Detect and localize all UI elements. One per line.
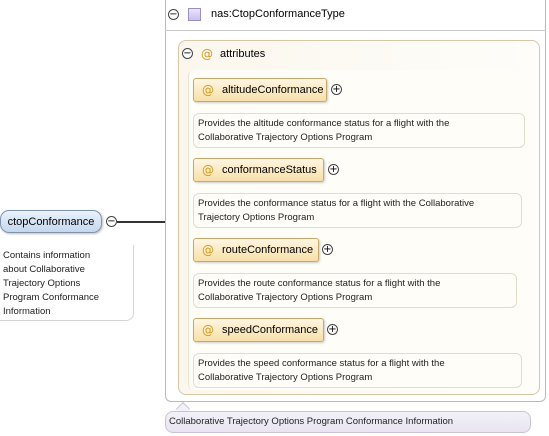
type-name: nas:CtopConformanceType — [211, 8, 345, 20]
complex-type-icon — [188, 8, 201, 21]
attribute-name: routeConformance — [222, 244, 314, 256]
attribute-altitudeConformance[interactable]: @ altitudeConformance — [193, 78, 327, 102]
attributes-collapse-icon[interactable]: − — [182, 48, 193, 59]
attribute-documentation: Provides the speed conformance status fo… — [193, 353, 522, 388]
attribute-speedConformance[interactable]: @ speedConformance — [193, 318, 324, 342]
attribute-documentation: Provides the altitude conformance status… — [193, 113, 525, 148]
attribute-documentation: Provides the route conformance status fo… — [193, 273, 517, 308]
element-collapse-icon[interactable]: − — [106, 216, 117, 227]
attribute-routeConformance[interactable]: @ routeConformance — [193, 238, 319, 262]
attribute-name: conformanceStatus — [222, 164, 317, 176]
connector-line — [117, 221, 165, 223]
element-box-ctopConformance[interactable]: ctopConformance — [0, 210, 102, 233]
element-name: ctopConformance — [7, 215, 95, 228]
attribute-expand-icon[interactable]: + — [328, 164, 339, 175]
type-collapse-icon[interactable]: − — [168, 9, 179, 20]
attribute-icon: @ — [201, 47, 213, 61]
type-divider — [165, 30, 546, 31]
attribute-icon: @ — [202, 83, 214, 97]
type-documentation: Collaborative Trajectory Options Program… — [165, 411, 531, 433]
attribute-expand-icon[interactable]: + — [327, 324, 338, 335]
attribute-expand-icon[interactable]: + — [322, 244, 333, 255]
attributes-label: attributes — [220, 48, 266, 60]
attribute-expand-icon[interactable]: + — [331, 84, 342, 95]
attribute-icon: @ — [202, 243, 214, 257]
attribute-documentation: Provides the conformance status for a fl… — [193, 193, 522, 228]
attribute-icon: @ — [202, 163, 214, 177]
attribute-name: altitudeConformance — [222, 84, 324, 96]
attribute-icon: @ — [202, 323, 214, 337]
element-documentation: Contains information about Collaborative… — [0, 245, 134, 321]
attribute-name: speedConformance — [222, 324, 319, 336]
attribute-conformanceStatus[interactable]: @ conformanceStatus — [193, 158, 324, 182]
